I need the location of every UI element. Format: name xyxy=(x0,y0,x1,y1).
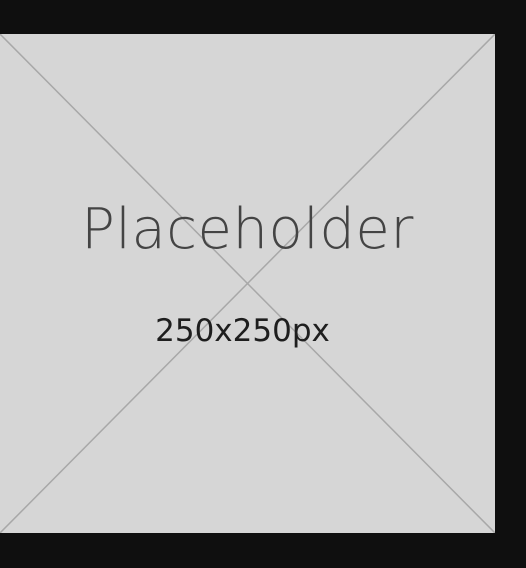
screen: Placeholder 250x250px xyxy=(0,0,526,568)
placeholder-size-label: 250x250px xyxy=(155,313,330,349)
placeholder-image: Placeholder 250x250px xyxy=(0,34,495,533)
diagonal-cross-lines xyxy=(0,34,495,533)
placeholder-title: Placeholder xyxy=(81,197,414,262)
